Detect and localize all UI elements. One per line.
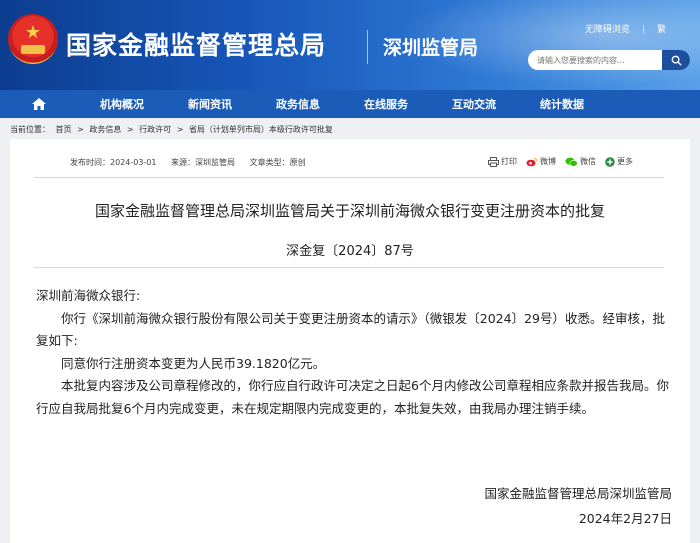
printer-icon [488, 156, 499, 167]
home-icon [32, 98, 46, 110]
search-input[interactable] [528, 50, 662, 70]
signature-block: 国家金融监督管理总局深圳监管局 2024年2月27日 [484, 481, 672, 531]
breadcrumb-separator: > [77, 125, 84, 134]
article-title: 国家金融监督管理总局深圳监管局关于深圳前海微众银行变更注册资本的批复 [94, 202, 605, 220]
nav-item-news[interactable]: 新闻资讯 [166, 96, 254, 112]
document-number: 深金复〔2024〕87号 [286, 244, 414, 259]
search-box [528, 50, 690, 70]
share-bar: 打印 微博 微信 更多 [479, 156, 633, 167]
wechat-icon [565, 157, 578, 167]
meta-divider [34, 177, 664, 178]
weibo-label: 微博 [540, 157, 556, 166]
salutation: 深圳前海微众银行: [36, 288, 141, 303]
breadcrumb-item-current[interactable]: 省局（计划单列市局）本级行政许可批复 [189, 125, 333, 134]
nav-item-statistics[interactable]: 统计数据 [518, 96, 606, 112]
sign-date: 2024年2月27日 [578, 511, 672, 526]
title-divider [367, 30, 368, 64]
wechat-label: 微信 [580, 157, 596, 166]
breadcrumb-item-government-info[interactable]: 政务信息 [89, 125, 121, 134]
breadcrumb-item-home[interactable]: 首页 [56, 125, 72, 134]
more-label: 更多 [617, 157, 633, 166]
site-title[interactable]: 国家金融监督管理总局 [66, 26, 326, 62]
article-card: 发布时间：2024-03-01 来源：深圳监管局 文章类型：原创 打印 微博 微… [10, 139, 690, 543]
print-button[interactable]: 打印 [488, 156, 517, 167]
site-header: ★ 国家金融监督管理总局 深圳监管局 无障碍浏览 | 繁 [0, 0, 700, 90]
article-source: 来源：深圳监管局 [171, 158, 236, 167]
emblem-star-icon: ★ [24, 22, 42, 43]
breadcrumb-label: 当前位置： [10, 125, 50, 134]
search-button[interactable] [662, 50, 690, 70]
title-divider-line [34, 267, 664, 268]
article-type: 文章类型：原创 [249, 158, 306, 167]
link-separator: | [641, 25, 645, 35]
weibo-icon [526, 157, 538, 166]
body-paragraph: 本批复内容涉及公司章程修改的，你行应自行政许可决定之日起6个月内修改公司章程相应… [36, 378, 669, 416]
accessibility-link[interactable]: 无障碍浏览 [585, 25, 630, 35]
nav-item-online-service[interactable]: 在线服务 [342, 96, 430, 112]
nav-item-government-info[interactable]: 政务信息 [254, 96, 342, 112]
print-label: 打印 [501, 157, 517, 166]
breadcrumb-separator: > [126, 125, 134, 134]
breadcrumb: 当前位置： 首页 > 政务信息 > 行政许可 > 省局（计划单列市局）本级行政许… [10, 124, 336, 135]
nav-item-about[interactable]: 机构概况 [78, 96, 166, 112]
sub-title[interactable]: 深圳监管局 [383, 33, 478, 60]
top-links: 无障碍浏览 | 繁 [579, 22, 672, 35]
plus-icon [605, 156, 615, 167]
article-meta: 发布时间：2024-03-01 来源：深圳监管局 文章类型：原创 [70, 157, 318, 168]
article-body: 深圳前海微众银行: 你行《深圳前海微众银行股份有限公司关于变更注册资本的请示》（… [36, 285, 676, 420]
search-icon [671, 55, 682, 66]
nav-home[interactable] [0, 90, 78, 118]
publish-time: 发布时间：2024-03-01 [70, 158, 157, 167]
national-emblem-logo[interactable]: ★ [8, 14, 58, 64]
more-share-button[interactable]: 更多 [605, 156, 633, 167]
wechat-share-button[interactable]: 微信 [565, 156, 596, 167]
breadcrumb-item-admin-license[interactable]: 行政许可 [139, 125, 171, 134]
signer: 国家金融监督管理总局深圳监管局 [484, 486, 672, 501]
traditional-chinese-link[interactable]: 繁 [657, 25, 666, 35]
body-paragraph: 你行《深圳前海微众银行股份有限公司关于变更注册资本的请示》（微银发〔2024〕2… [36, 310, 665, 349]
breadcrumb-separator: > [176, 125, 184, 134]
main-nav: 机构概况 新闻资讯 政务信息 在线服务 互动交流 统计数据 [0, 90, 700, 118]
emblem-base [21, 45, 45, 54]
weibo-share-button[interactable]: 微博 [526, 156, 556, 167]
body-paragraph: 同意你行注册资本变更为人民币39.1820亿元。 [61, 355, 326, 371]
nav-item-interaction[interactable]: 互动交流 [430, 96, 518, 112]
